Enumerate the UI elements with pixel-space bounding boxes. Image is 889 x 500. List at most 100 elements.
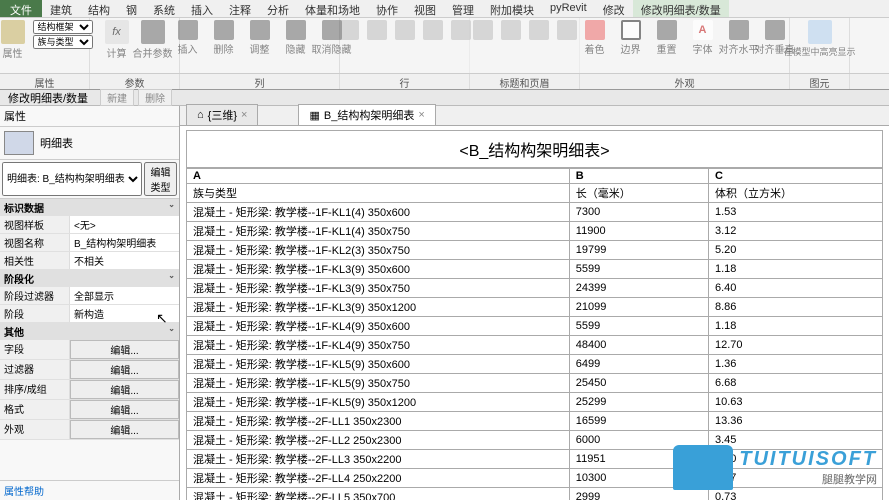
ribbon-tab[interactable]: 分析 <box>259 0 297 17</box>
table-cell[interactable]: 混凝土 - 矩形梁: 教学楼--1F-KL3(9) 350x750 <box>187 279 570 298</box>
table-cell[interactable]: 21099 <box>569 298 708 317</box>
table-cell[interactable]: 混凝土 - 矩形梁: 教学楼--1F-KL1(4) 350x600 <box>187 203 570 222</box>
table-cell[interactable]: 12.70 <box>708 336 882 355</box>
ribbon-tab[interactable]: 附加模块 <box>482 0 542 17</box>
edit-button[interactable]: 编辑... <box>70 360 179 379</box>
ribbon-tab[interactable]: 视图 <box>406 0 444 17</box>
table-cell[interactable]: 混凝土 - 矩形梁: 教学楼--2F-LL5 350x700 <box>187 488 570 500</box>
table-cell[interactable]: 25299 <box>569 393 708 412</box>
properties-help-link[interactable]: 属性帮助 <box>0 480 179 500</box>
table-cell[interactable]: 混凝土 - 矩形梁: 教学楼--2F-LL1 350x2300 <box>187 412 570 431</box>
table-cell[interactable]: 6.68 <box>708 374 882 393</box>
ribbon-tab[interactable]: 系统 <box>145 0 183 17</box>
table-cell[interactable]: 25450 <box>569 374 708 393</box>
shading-button[interactable]: 着色 <box>579 20 611 56</box>
ribbon-tab[interactable]: 修改 <box>595 0 633 17</box>
table-cell[interactable]: 混凝土 - 矩形梁: 教学楼--1F-KL3(9) 350x1200 <box>187 298 570 317</box>
table-cell[interactable]: 5.20 <box>708 241 882 260</box>
props-value[interactable]: 新构造 <box>70 305 179 322</box>
table-cell[interactable]: 混凝土 - 矩形梁: 教学楼--1F-KL5(9) 350x1200 <box>187 393 570 412</box>
props-value[interactable]: B_结构构架明细表 <box>70 234 179 251</box>
table-row[interactable]: 混凝土 - 矩形梁: 教学楼--1F-KL3(9) 350x750243996.… <box>187 279 883 298</box>
table-cell[interactable]: 8.86 <box>708 298 882 317</box>
table-cell[interactable]: 混凝土 - 矩形梁: 教学楼--2F-LL3 350x2200 <box>187 450 570 469</box>
close-icon[interactable]: × <box>241 109 247 121</box>
table-row[interactable]: 混凝土 - 矩形梁: 教学楼--1F-KL3(9) 350x1200210998… <box>187 298 883 317</box>
ribbon-tab[interactable]: 建筑 <box>42 0 80 17</box>
edit-button[interactable]: 编辑... <box>70 420 179 439</box>
doc-tab-3d[interactable]: ⌂ {三维} × <box>186 104 258 125</box>
props-value[interactable]: 全部显示 <box>70 287 179 304</box>
align-h-button[interactable]: 对齐水平 <box>723 20 755 56</box>
table-cell[interactable]: 混凝土 - 矩形梁: 教学楼--1F-KL4(9) 350x750 <box>187 336 570 355</box>
delete-button[interactable]: 删除 <box>138 89 172 106</box>
table-cell[interactable]: 24399 <box>569 279 708 298</box>
instance-selector[interactable]: 明细表: B_结构构架明细表 <box>2 162 142 196</box>
edit-button[interactable]: 编辑... <box>70 340 179 359</box>
table-cell[interactable]: 混凝土 - 矩形梁: 教学楼--1F-KL4(9) 350x600 <box>187 317 570 336</box>
ribbon-tab[interactable]: 注释 <box>221 0 259 17</box>
table-cell[interactable]: 16599 <box>569 412 708 431</box>
new-button[interactable]: 新建 <box>100 89 134 106</box>
table-cell[interactable]: 混凝土 - 矩形梁: 教学楼--1F-KL1(4) 350x750 <box>187 222 570 241</box>
props-section-header[interactable]: 其他⌄ <box>0 323 179 340</box>
ribbon-tab[interactable]: 插入 <box>183 0 221 17</box>
table-row[interactable]: 混凝土 - 矩形梁: 教学楼--1F-KL4(9) 350x60055991.1… <box>187 317 883 336</box>
doc-tab-schedule[interactable]: ▦ B_结构构架明细表 × <box>298 104 435 125</box>
edit-type-button[interactable]: 编辑类型 <box>144 162 177 196</box>
edit-button[interactable]: 编辑... <box>70 400 179 419</box>
table-cell[interactable]: 19799 <box>569 241 708 260</box>
table-cell[interactable]: 混凝土 - 矩形梁: 教学楼--2F-LL4 250x2200 <box>187 469 570 488</box>
table-row[interactable]: 混凝土 - 矩形梁: 教学楼--1F-KL1(4) 350x60073001.5… <box>187 203 883 222</box>
props-section-header[interactable]: 阶段化⌄ <box>0 270 179 287</box>
table-row[interactable]: 混凝土 - 矩形梁: 教学楼--1F-KL1(4) 350x750119003.… <box>187 222 883 241</box>
ribbon-tab[interactable]: 体量和场地 <box>297 0 368 17</box>
table-cell[interactable]: 7300 <box>569 203 708 222</box>
table-row[interactable]: 混凝土 - 矩形梁: 教学楼--1F-KL5(9) 350x1200252991… <box>187 393 883 412</box>
table-cell[interactable]: 1.36 <box>708 355 882 374</box>
reset-button[interactable]: 重置 <box>651 20 683 56</box>
table-cell[interactable]: 混凝土 - 矩形梁: 教学楼--1F-KL5(9) 350x750 <box>187 374 570 393</box>
table-cell[interactable]: 混凝土 - 矩形梁: 教学楼--1F-KL2(3) 350x750 <box>187 241 570 260</box>
props-value[interactable]: 不相关 <box>70 252 179 269</box>
table-cell[interactable]: 1.53 <box>708 203 882 222</box>
table-cell[interactable]: 6.40 <box>708 279 882 298</box>
table-cell[interactable]: 5599 <box>569 317 708 336</box>
table-cell[interactable]: 3.12 <box>708 222 882 241</box>
props-value[interactable]: <无> <box>70 216 179 233</box>
table-row[interactable]: 混凝土 - 矩形梁: 教学楼--2F-LL1 350x23001659913.3… <box>187 412 883 431</box>
insert-col-button[interactable]: 插入 <box>172 20 204 56</box>
table-cell[interactable]: 10.63 <box>708 393 882 412</box>
table-cell[interactable]: 混凝土 - 矩形梁: 教学楼--1F-KL5(9) 350x600 <box>187 355 570 374</box>
hide-button[interactable]: 隐藏 <box>280 20 312 56</box>
table-row[interactable]: 混凝土 - 矩形梁: 教学楼--1F-KL2(3) 350x750197995.… <box>187 241 883 260</box>
table-row[interactable]: 混凝土 - 矩形梁: 教学楼--1F-KL4(9) 350x7504840012… <box>187 336 883 355</box>
ribbon-tab[interactable]: 管理 <box>444 0 482 17</box>
delete-col-button[interactable]: 删除 <box>208 20 240 56</box>
table-row[interactable]: 混凝土 - 矩形梁: 教学楼--1F-KL3(9) 350x60055991.1… <box>187 260 883 279</box>
table-cell[interactable]: 11900 <box>569 222 708 241</box>
calc-button[interactable]: fx计算 <box>101 20 133 60</box>
ribbon-tab[interactable]: 协作 <box>368 0 406 17</box>
close-icon[interactable]: × <box>418 109 424 121</box>
table-cell[interactable]: 混凝土 - 矩形梁: 教学楼--2F-LL2 250x2300 <box>187 431 570 450</box>
adjust-button[interactable]: 调整 <box>244 20 276 56</box>
ribbon-tab[interactable]: 结构 <box>80 0 118 17</box>
table-cell[interactable]: 6499 <box>569 355 708 374</box>
ribbon-tab[interactable]: 钢 <box>118 0 145 17</box>
family-dropdown[interactable]: 结构框架 <box>33 20 93 34</box>
edit-button[interactable]: 编辑... <box>70 380 179 399</box>
properties-button[interactable]: 属性 <box>0 20 29 60</box>
highlight-button[interactable]: 在模型中高亮显示 <box>804 20 836 58</box>
table-cell[interactable]: 1.18 <box>708 260 882 279</box>
font-button[interactable]: A字体 <box>687 20 719 56</box>
table-cell[interactable]: 48400 <box>569 336 708 355</box>
table-row[interactable]: 混凝土 - 矩形梁: 教学楼--1F-KL5(9) 350x750254506.… <box>187 374 883 393</box>
table-cell[interactable]: 13.36 <box>708 412 882 431</box>
table-cell[interactable]: 混凝土 - 矩形梁: 教学楼--1F-KL3(9) 350x600 <box>187 260 570 279</box>
table-cell[interactable]: 5599 <box>569 260 708 279</box>
table-row[interactable]: 混凝土 - 矩形梁: 教学楼--1F-KL5(9) 350x60064991.3… <box>187 355 883 374</box>
type-dropdown[interactable]: 族与类型 <box>33 35 93 49</box>
merge-params-button[interactable]: 合并参数 <box>137 20 169 60</box>
ribbon-tab[interactable]: pyRevit <box>542 0 595 17</box>
